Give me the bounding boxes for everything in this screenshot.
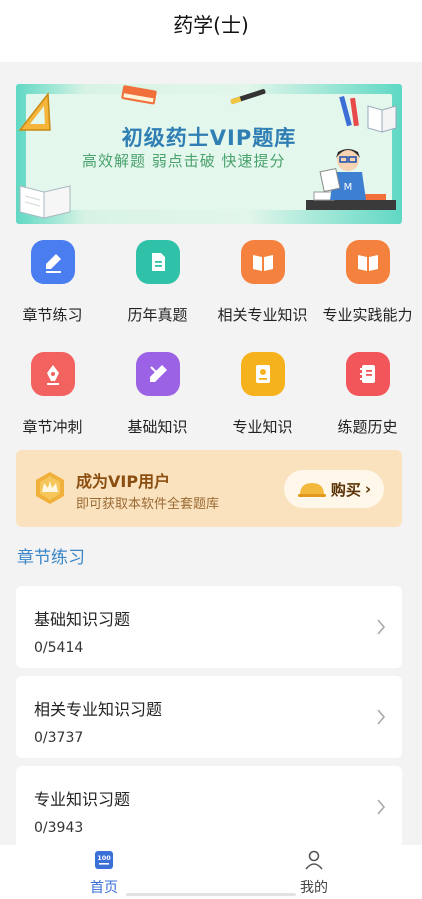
grid-item-label: 基础知识 bbox=[127, 418, 188, 436]
list-item-title: 基础知识习题 bbox=[34, 610, 131, 629]
pencil-icon bbox=[135, 352, 180, 396]
tab-profile[interactable]: 我的 bbox=[274, 849, 354, 897]
vip-title: 成为VIP用户 bbox=[76, 472, 171, 491]
list-item[interactable]: 基础知识习题 0/5414 bbox=[16, 586, 402, 668]
vip-promo-card[interactable]: 成为VIP用户 即可获取本软件全套题库 购买 › bbox=[16, 450, 402, 527]
svg-text:M: M bbox=[344, 182, 353, 193]
student-illustration-icon: M bbox=[306, 149, 396, 210]
open-book-left-icon bbox=[19, 185, 71, 219]
open-book-icon bbox=[345, 240, 390, 284]
promo-banner[interactable]: M 初级药士VIP题库 高效解题 弱点击破 快速提分 bbox=[16, 84, 402, 224]
chevron-right-icon bbox=[377, 709, 386, 725]
list-item-progress: 0/3943 bbox=[34, 820, 84, 836]
list-item-title: 相关专业知识习题 bbox=[34, 700, 163, 719]
grid-item-professional-knowledge[interactable]: 专业知识 bbox=[210, 352, 315, 437]
pen-icon bbox=[230, 89, 266, 105]
grid-item-label: 相关专业知识 bbox=[217, 306, 308, 324]
page-title: 药学(士) bbox=[173, 13, 249, 37]
bottom-tab-bar: 100 首页 我的 bbox=[0, 845, 422, 899]
pencil-note-icon bbox=[30, 240, 75, 284]
banner-subtitle: 高效解题 弱点击破 快速提分 bbox=[82, 152, 286, 170]
pen-nib-icon bbox=[30, 352, 75, 396]
section-title: 章节练习 bbox=[17, 548, 85, 568]
grid-item-chapter-sprint[interactable]: 章节冲刺 bbox=[0, 352, 105, 437]
grid-item-label: 专业知识 bbox=[232, 418, 293, 436]
home-100-icon: 100 bbox=[95, 851, 113, 869]
list-item[interactable]: 相关专业知识习题 0/3737 bbox=[16, 676, 402, 758]
hard-hat-icon bbox=[297, 483, 326, 497]
grid-item-label: 专业实践能力 bbox=[322, 306, 413, 324]
chevron-right-icon: › bbox=[364, 480, 372, 498]
home-indicator bbox=[126, 893, 296, 896]
grid-item-label: 练题历史 bbox=[337, 418, 398, 436]
grid-item-practice-ability[interactable]: 专业实践能力 bbox=[315, 240, 420, 325]
grid-item-label: 章节冲刺 bbox=[22, 418, 83, 436]
list-item-progress: 0/5414 bbox=[34, 640, 84, 656]
open-book-icon bbox=[240, 240, 285, 284]
grid-item-label: 章节练习 bbox=[22, 306, 83, 324]
list-item-progress: 0/3737 bbox=[34, 730, 84, 746]
vip-subtitle: 即可获取本软件全套题库 bbox=[76, 497, 220, 512]
chevron-right-icon bbox=[377, 799, 386, 815]
user-icon bbox=[305, 850, 323, 870]
vip-badge-icon bbox=[36, 472, 64, 504]
grid-item-past-exams[interactable]: 历年真题 bbox=[105, 240, 210, 325]
book-icon bbox=[121, 85, 157, 105]
chevron-right-icon bbox=[377, 619, 386, 635]
certificate-icon bbox=[240, 352, 285, 396]
buy-button[interactable]: 购买 › bbox=[284, 470, 384, 508]
list-item[interactable]: 专业知识习题 0/3943 bbox=[16, 766, 402, 848]
buy-label: 购买 bbox=[330, 480, 361, 499]
banner-title: 初级药士VIP题库 bbox=[121, 126, 297, 150]
document-icon bbox=[135, 240, 180, 284]
grid-item-basic-knowledge[interactable]: 基础知识 bbox=[105, 352, 210, 437]
header-bar: 药学(士) bbox=[0, 0, 422, 62]
notebook-icon bbox=[345, 352, 390, 396]
grid-item-label: 历年真题 bbox=[127, 306, 188, 324]
svg-text:100: 100 bbox=[97, 854, 111, 862]
grid-item-related-knowledge[interactable]: 相关专业知识 bbox=[210, 240, 315, 325]
grid-item-chapter-practice[interactable]: 章节练习 bbox=[0, 240, 105, 325]
tab-home[interactable]: 100 首页 bbox=[64, 849, 144, 897]
grid-item-practice-history[interactable]: 练题历史 bbox=[315, 352, 420, 437]
list-item-title: 专业知识习题 bbox=[34, 790, 131, 809]
